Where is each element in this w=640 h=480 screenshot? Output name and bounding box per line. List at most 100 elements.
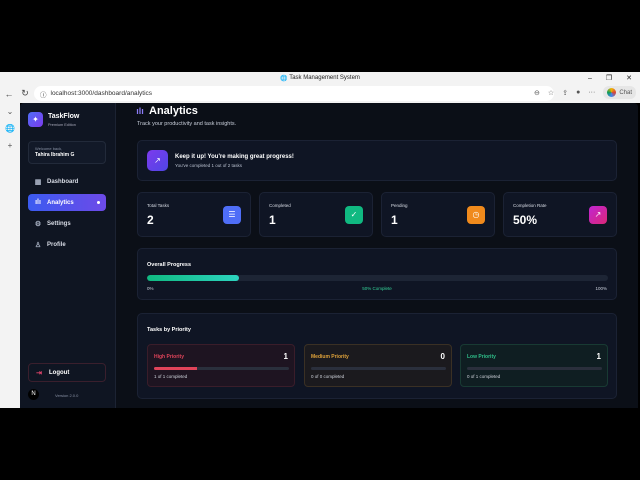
- sidebar-item-label: Dashboard: [47, 178, 79, 185]
- tab-globe-icon[interactable]: 🌐: [5, 124, 15, 133]
- trend-up-icon: ↗: [589, 206, 607, 224]
- chat-button[interactable]: Chat: [603, 86, 636, 99]
- user-icon: ♙: [34, 241, 42, 249]
- sidebar-item-analytics[interactable]: ılı Analytics: [28, 194, 106, 211]
- progress-fill: [147, 275, 240, 281]
- more-icon[interactable]: ···: [588, 89, 595, 96]
- chart-icon: ılı: [35, 199, 41, 206]
- chat-label: Chat: [619, 89, 632, 96]
- list-icon: ☰: [223, 206, 241, 224]
- info-icon: ⓘ: [40, 91, 47, 99]
- grid-icon: ▦: [34, 178, 42, 186]
- priority-low: Low Priority 1 0 of 1 completed: [460, 344, 608, 387]
- restore-button[interactable]: ❐: [606, 74, 612, 82]
- copilot-icon: [607, 88, 617, 97]
- sidebar-item-dashboard[interactable]: ▦ Dashboard: [28, 173, 106, 190]
- stat-value: 2: [147, 213, 154, 227]
- brand-edition: Premium Edition: [48, 123, 76, 127]
- page-subtitle: Track your productivity and task insight…: [137, 121, 237, 127]
- priority-bar: [154, 367, 289, 370]
- overall-progress-card: Overall Progress 0% 50% Complete 100%: [137, 248, 617, 300]
- stat-label: Pending: [391, 203, 408, 208]
- progress-max: 100%: [595, 286, 607, 291]
- collections-icon[interactable]: ⇪: [562, 89, 568, 97]
- progress-title: Overall Progress: [147, 262, 192, 268]
- main-content: ılı Analytics Track your productivity and…: [116, 103, 638, 408]
- priority-bar: [311, 367, 446, 370]
- user-name: Tahira Ibrahim G: [35, 152, 75, 158]
- sidebar-menu: ▦ Dashboard ılı Analytics ⚙ Settings ♙ Profi…: [28, 173, 106, 257]
- chevron-down-icon[interactable]: ⌄: [7, 107, 14, 116]
- gear-icon: ⚙: [34, 220, 42, 228]
- banner-subtitle: You've completed 1 out of 2 tasks: [175, 163, 242, 168]
- stat-label: Total Tasks: [147, 203, 170, 208]
- stat-card-pending: Pending 1 ◷: [381, 192, 495, 237]
- priority-title: Tasks by Priority: [147, 327, 191, 333]
- brand-name: TaskFlow: [48, 113, 80, 120]
- page-title-text: Analytics: [149, 105, 198, 117]
- vertical-tabs: ⌄ 🌐 +: [0, 103, 20, 408]
- clock-icon: ◷: [467, 206, 485, 224]
- priority-medium: Medium Priority 0 0 of 0 completed: [304, 344, 452, 387]
- avatar[interactable]: N: [28, 389, 39, 400]
- trend-up-icon: ↗: [147, 150, 168, 171]
- priority-fill: [154, 367, 198, 370]
- sidebar: ✦ TaskFlow Premium Edition Welcome back,…: [20, 103, 116, 408]
- priority-count: 0: [440, 352, 445, 361]
- sidebar-item-label: Settings: [47, 220, 71, 227]
- priority-high: High Priority 1 1 of 1 completed: [147, 344, 295, 387]
- priority-desc: 1 of 1 completed: [154, 374, 188, 379]
- stat-card-rate: Completion Rate 50% ↗: [503, 192, 617, 237]
- logout-icon: ⇥: [36, 369, 42, 377]
- back-button[interactable]: ←: [2, 89, 16, 99]
- new-tab-icon[interactable]: +: [8, 141, 13, 150]
- app-page: ✦ TaskFlow Premium Edition Welcome back,…: [20, 103, 638, 408]
- logout-button[interactable]: ⇥ Logout: [28, 363, 106, 382]
- stat-label: Completion Rate: [513, 203, 547, 208]
- stat-label: Completed: [269, 203, 291, 208]
- globe-icon: 🌐: [280, 75, 290, 82]
- priority-count: 1: [596, 352, 601, 361]
- check-circle-icon: ✓: [345, 206, 363, 224]
- stat-value: 50%: [513, 213, 538, 227]
- stat-card-total: Total Tasks 2 ☰: [137, 192, 251, 237]
- close-button[interactable]: ✕: [626, 74, 632, 82]
- page-title: ılı Analytics: [136, 105, 198, 117]
- browser-titlebar: 🌐 Task Management System – ❐ ✕: [0, 72, 640, 84]
- window-title: Task Management System: [289, 75, 360, 81]
- logo-icon: ✦: [28, 112, 43, 127]
- priority-desc: 0 of 1 completed: [467, 374, 501, 379]
- priority-count: 1: [283, 352, 288, 361]
- stat-value: 1: [269, 213, 276, 227]
- favorite-icon[interactable]: ☆: [548, 89, 554, 97]
- welcome-text: Welcome back,: [35, 146, 63, 151]
- zoom-icon[interactable]: ⊖: [534, 89, 540, 97]
- welcome-card: Welcome back, Tahira Ibrahim G: [28, 141, 106, 164]
- logout-label: Logout: [49, 369, 70, 376]
- progress-center: 50% Complete: [362, 286, 392, 291]
- reload-button[interactable]: ↻: [18, 88, 32, 99]
- sidebar-item-profile[interactable]: ♙ Profile: [28, 236, 106, 253]
- sidebar-item-label: Profile: [47, 241, 66, 248]
- priority-name: High Priority: [154, 354, 185, 360]
- url-input[interactable]: ⓘ localhost:3000/dashboard/analytics: [34, 86, 554, 101]
- url-text: localhost:3000/dashboard/analytics: [50, 90, 153, 97]
- priority-name: Medium Priority: [311, 354, 349, 360]
- stat-value: 1: [391, 213, 398, 227]
- priority-bar: [467, 367, 602, 370]
- banner-title: Keep it up! You're making great progress…: [175, 154, 294, 160]
- motivation-banner: ↗ Keep it up! You're making great progre…: [137, 140, 617, 181]
- stat-card-completed: Completed 1 ✓: [259, 192, 373, 237]
- chart-icon: ılı: [136, 106, 144, 116]
- priority-name: Low Priority: [467, 354, 496, 360]
- priority-card: Tasks by Priority High Priority 1 1 of 1 c…: [137, 313, 617, 399]
- minimize-button[interactable]: –: [588, 75, 592, 82]
- priority-desc: 0 of 0 completed: [311, 374, 345, 379]
- sidebar-item-label: Analytics: [47, 199, 74, 206]
- address-bar-row: ← ↻ ⓘ localhost:3000/dashboard/analytics ⊖…: [0, 84, 640, 103]
- sidebar-item-settings[interactable]: ⚙ Settings: [28, 215, 106, 232]
- profile-icon[interactable]: ●: [576, 89, 580, 96]
- version-text: Version 2.0.0: [55, 393, 79, 398]
- active-dot: [97, 201, 100, 204]
- progress-bar: [147, 275, 608, 281]
